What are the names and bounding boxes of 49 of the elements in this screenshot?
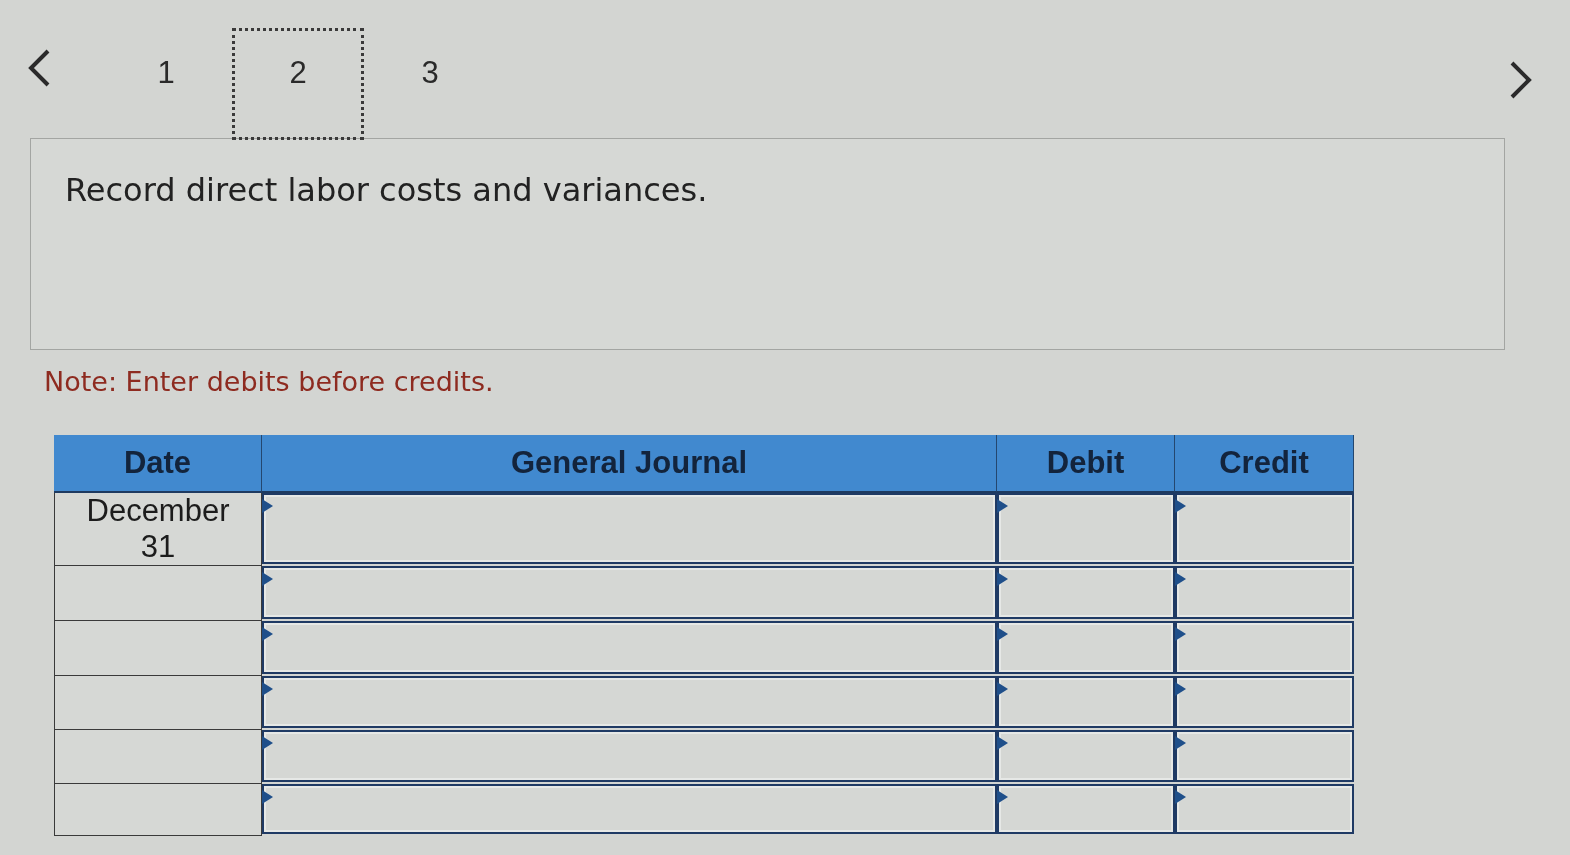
amount-field[interactable] — [1175, 566, 1354, 619]
triangle-marker-icon — [997, 682, 1008, 696]
column-header: General Journal — [262, 435, 997, 493]
account-field[interactable] — [262, 730, 997, 782]
previous-button[interactable] — [26, 48, 52, 88]
question-text: Record direct labor costs and variances. — [65, 171, 708, 209]
amount-field[interactable] — [997, 784, 1175, 834]
chevron-left-icon — [26, 48, 52, 88]
triangle-marker-icon — [997, 736, 1008, 750]
account-field[interactable] — [262, 493, 997, 564]
triangle-marker-icon — [997, 627, 1008, 641]
triangle-marker-icon — [262, 736, 273, 750]
triangle-marker-icon — [262, 572, 273, 586]
amount-field[interactable] — [997, 676, 1175, 728]
amount-field[interactable] — [997, 730, 1175, 782]
column-header: Date — [54, 435, 262, 493]
account-field[interactable] — [262, 676, 997, 728]
triangle-marker-icon — [997, 572, 1008, 586]
amount-field[interactable] — [1175, 730, 1354, 782]
amount-field[interactable] — [1175, 621, 1354, 674]
amount-field[interactable] — [997, 566, 1175, 619]
triangle-marker-icon — [1175, 572, 1186, 586]
amount-field[interactable] — [997, 493, 1175, 564]
amount-field[interactable] — [997, 621, 1175, 674]
column-header: Debit — [997, 435, 1175, 493]
triangle-marker-icon — [262, 682, 273, 696]
chevron-right-icon — [1508, 60, 1534, 100]
triangle-marker-icon — [262, 790, 273, 804]
triangle-marker-icon — [262, 627, 273, 641]
amount-field[interactable] — [1175, 784, 1354, 834]
note-text: Note: Enter debits before credits. — [44, 366, 494, 397]
amount-field[interactable] — [1175, 493, 1354, 564]
account-field[interactable] — [262, 784, 997, 834]
triangle-marker-icon — [1175, 682, 1186, 696]
triangle-marker-icon — [997, 790, 1008, 804]
triangle-marker-icon — [262, 499, 273, 513]
date-text: December 31 — [85, 493, 231, 565]
account-field[interactable] — [262, 566, 997, 619]
amount-field[interactable] — [1175, 676, 1354, 728]
triangle-marker-icon — [1175, 736, 1186, 750]
column-header: Credit — [1175, 435, 1354, 493]
page-button[interactable]: 1 — [100, 28, 232, 140]
triangle-marker-icon — [1175, 627, 1186, 641]
triangle-marker-icon — [1175, 790, 1186, 804]
account-field[interactable] — [262, 621, 997, 674]
triangle-marker-icon — [1175, 499, 1186, 513]
triangle-marker-icon — [997, 499, 1008, 513]
page-button[interactable]: 3 — [364, 28, 496, 140]
next-button[interactable] — [1508, 60, 1534, 100]
